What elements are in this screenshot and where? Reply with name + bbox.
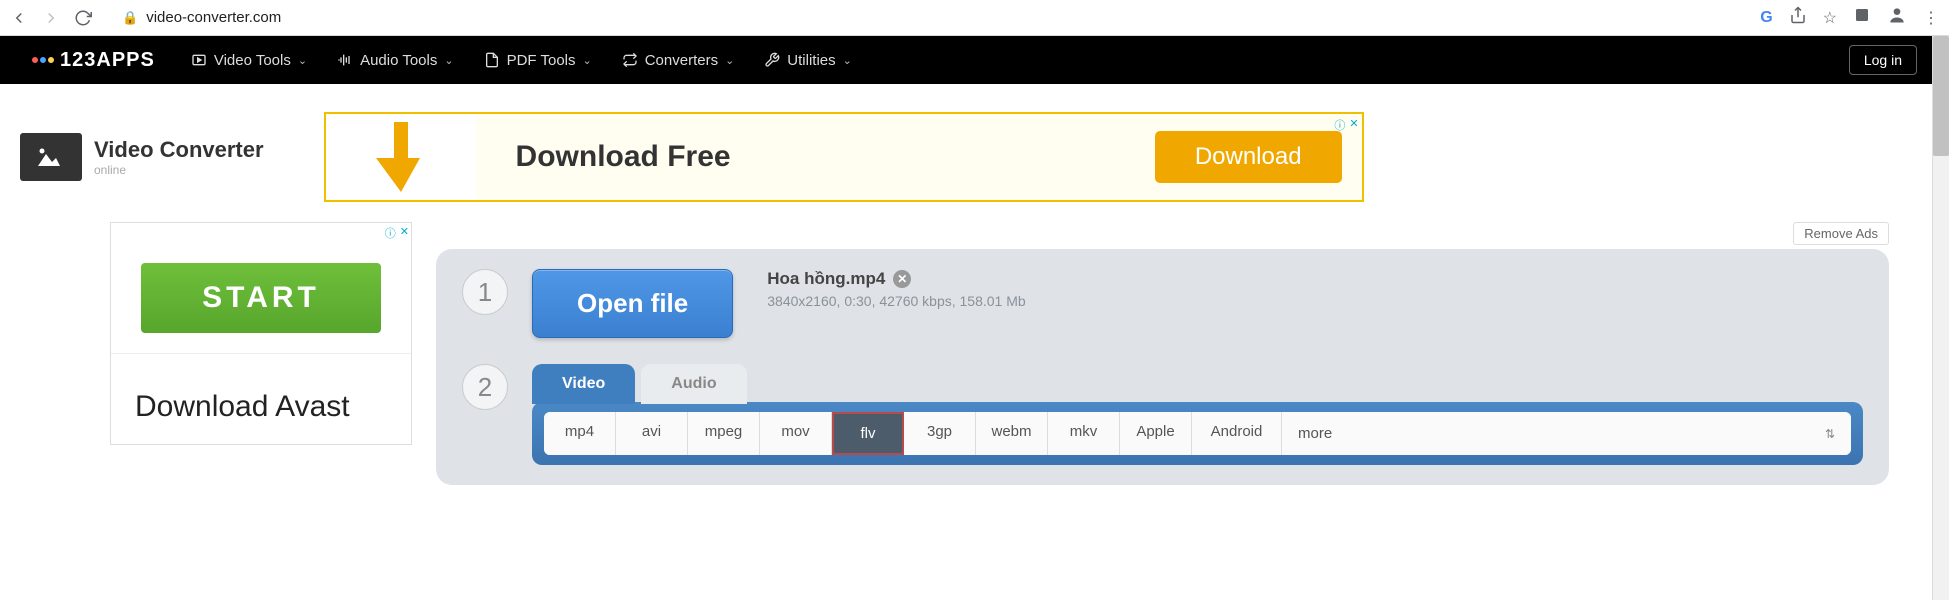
google-icon[interactable]: G bbox=[1760, 9, 1772, 27]
extensions-icon[interactable] bbox=[1853, 6, 1871, 29]
format-mov[interactable]: mov bbox=[760, 412, 832, 455]
adchoices-icon[interactable]: ⓘ bbox=[385, 225, 396, 241]
browser-right-icons: G ☆ ⋮ bbox=[1760, 5, 1939, 30]
step-2-number: 2 bbox=[462, 364, 508, 410]
nav-buttons bbox=[10, 9, 92, 27]
page-body: Video Converter online Download Free Dow… bbox=[0, 112, 1949, 525]
sidebar-ad-close[interactable]: ⓘ ✕ bbox=[385, 225, 409, 241]
step-1: 1 Open file Hoa hồng.mp4 ✕ 3840x2160, 0:… bbox=[462, 269, 1863, 338]
chevron-down-icon: ⌄ bbox=[444, 54, 453, 67]
converter-panel: 1 Open file Hoa hồng.mp4 ✕ 3840x2160, 0:… bbox=[436, 249, 1889, 485]
file-meta-text: 3840x2160, 0:30, 42760 kbps, 158.01 Mb bbox=[767, 293, 1025, 309]
menu-audio-tools[interactable]: Audio Tools⌄ bbox=[337, 52, 454, 69]
reload-button[interactable] bbox=[74, 9, 92, 27]
login-button[interactable]: Log in bbox=[1849, 45, 1917, 75]
format-more[interactable]: more ⇅ bbox=[1282, 412, 1851, 455]
top-ad-banner[interactable]: Download Free Download ⓘ ✕ bbox=[324, 112, 1364, 202]
main-row: ⓘ ✕ START Download Avast Remove Ads 1 Op… bbox=[20, 222, 1929, 485]
format-flv[interactable]: flv bbox=[832, 412, 904, 455]
scrollbar-thumb[interactable] bbox=[1933, 36, 1949, 156]
output-tabs: Video Audio bbox=[532, 364, 1863, 404]
ad-close[interactable]: ⓘ ✕ bbox=[1334, 117, 1358, 133]
share-icon[interactable] bbox=[1789, 6, 1807, 29]
ad-download-button[interactable]: Download bbox=[1155, 131, 1342, 183]
ad-headline: Download Free bbox=[516, 140, 731, 174]
site-logo[interactable]: 123APPS bbox=[32, 49, 155, 72]
menu-utilities[interactable]: Utilities⌄ bbox=[764, 52, 852, 69]
format-bar: mp4 avi mpeg mov flv 3gp webm mkv Apple … bbox=[532, 402, 1863, 465]
tab-video[interactable]: Video bbox=[532, 364, 635, 404]
format-mkv[interactable]: mkv bbox=[1048, 412, 1120, 455]
menu-video-tools[interactable]: Video Tools⌄ bbox=[191, 52, 307, 69]
browser-toolbar: 🔒 video-converter.com G ☆ ⋮ bbox=[0, 0, 1949, 36]
format-avi[interactable]: avi bbox=[616, 412, 688, 455]
main-menu: Video Tools⌄ Audio Tools⌄ PDF Tools⌄ Con… bbox=[191, 52, 852, 69]
brand-subtitle: online bbox=[94, 163, 264, 177]
profile-icon[interactable] bbox=[1887, 5, 1907, 30]
menu-converters[interactable]: Converters⌄ bbox=[622, 52, 735, 69]
top-row: Video Converter online Download Free Dow… bbox=[20, 112, 1929, 202]
page-scrollbar[interactable] bbox=[1932, 36, 1949, 600]
open-file-button[interactable]: Open file bbox=[532, 269, 733, 338]
remove-ads-link[interactable]: Remove Ads bbox=[1793, 222, 1889, 245]
site-header: 123APPS Video Tools⌄ Audio Tools⌄ PDF To… bbox=[0, 36, 1949, 84]
file-info: Hoa hồng.mp4 ✕ 3840x2160, 0:30, 42760 kb… bbox=[767, 269, 1025, 309]
url-text: video-converter.com bbox=[146, 9, 281, 26]
step-2: 2 Video Audio mp4 avi mpeg mov bbox=[462, 364, 1863, 465]
close-icon[interactable]: ✕ bbox=[400, 225, 409, 241]
close-icon[interactable]: ✕ bbox=[1349, 117, 1358, 133]
sidebar-ad-start-button[interactable]: START bbox=[141, 263, 381, 333]
chevron-down-icon: ⌄ bbox=[843, 54, 852, 67]
format-row: mp4 avi mpeg mov flv 3gp webm mkv Apple … bbox=[544, 412, 1851, 455]
remove-file-button[interactable]: ✕ bbox=[893, 270, 911, 288]
brand-title: Video Converter bbox=[94, 137, 264, 163]
tab-audio[interactable]: Audio bbox=[641, 364, 746, 404]
menu-pdf-tools[interactable]: PDF Tools⌄ bbox=[484, 52, 592, 69]
sidebar-ad: ⓘ ✕ START Download Avast bbox=[110, 222, 412, 445]
video-converter-logo-icon bbox=[20, 133, 82, 181]
video-converter-brand[interactable]: Video Converter online bbox=[20, 133, 264, 181]
file-name-text: Hoa hồng.mp4 bbox=[767, 269, 885, 289]
step-1-number: 1 bbox=[462, 269, 508, 315]
format-apple[interactable]: Apple bbox=[1120, 412, 1192, 455]
logo-text: 123APPS bbox=[60, 49, 155, 72]
bookmark-icon[interactable]: ☆ bbox=[1823, 8, 1837, 28]
back-button[interactable] bbox=[10, 9, 28, 27]
chevron-down-icon: ⌄ bbox=[583, 54, 592, 67]
main-panel: Remove Ads 1 Open file Hoa hồng.mp4 ✕ 38… bbox=[436, 222, 1889, 485]
sidebar-ad-text: Download Avast bbox=[135, 390, 387, 424]
menu-icon[interactable]: ⋮ bbox=[1923, 8, 1939, 28]
forward-button[interactable] bbox=[42, 9, 60, 27]
logo-dots-icon bbox=[32, 57, 54, 63]
format-webm[interactable]: webm bbox=[976, 412, 1048, 455]
format-android[interactable]: Android bbox=[1192, 412, 1282, 455]
chevron-down-icon: ⌄ bbox=[725, 54, 734, 67]
lock-icon: 🔒 bbox=[122, 10, 138, 26]
address-bar[interactable]: 🔒 video-converter.com bbox=[122, 9, 281, 26]
updown-icon: ⇅ bbox=[1825, 427, 1835, 441]
format-mp4[interactable]: mp4 bbox=[544, 412, 616, 455]
ad-arrow-icon bbox=[326, 115, 476, 199]
adchoices-icon[interactable]: ⓘ bbox=[1334, 117, 1345, 133]
chevron-down-icon: ⌄ bbox=[298, 54, 307, 67]
format-mpeg[interactable]: mpeg bbox=[688, 412, 760, 455]
format-3gp[interactable]: 3gp bbox=[904, 412, 976, 455]
